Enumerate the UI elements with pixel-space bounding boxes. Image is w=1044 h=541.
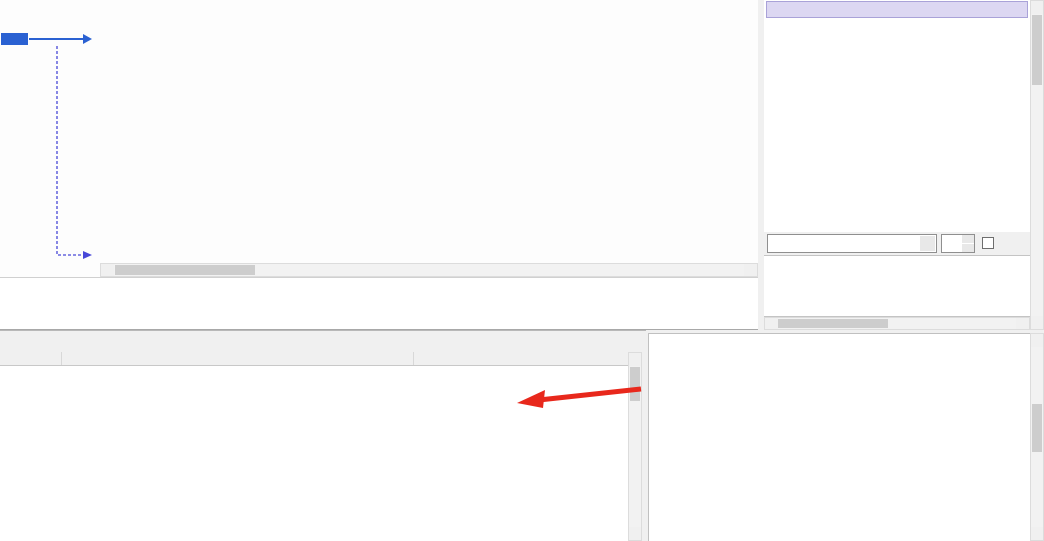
arguments-pane [764, 232, 1030, 330]
scroll-down-icon[interactable] [1031, 316, 1043, 329]
scroll-up-icon[interactable] [629, 353, 641, 366]
scroll-right-icon[interactable] [744, 264, 757, 276]
registers-scrollbar[interactable] [1030, 0, 1044, 330]
scroll-up-icon[interactable] [1031, 1, 1043, 14]
chevron-down-icon[interactable] [920, 236, 935, 251]
info-pane [0, 277, 758, 330]
dump-header [0, 352, 628, 366]
hide-fpu-button[interactable] [766, 1, 1028, 18]
registers-pane [764, 0, 1030, 232]
calling-convention-select[interactable] [767, 234, 937, 253]
dump-header-address [0, 352, 62, 365]
scroll-thumb[interactable] [115, 265, 255, 275]
scroll-down-icon[interactable] [1031, 527, 1043, 540]
arguments-list [764, 255, 1030, 317]
eip-marker [1, 33, 28, 45]
spinner-down-icon[interactable] [962, 244, 974, 252]
scroll-thumb[interactable] [1032, 15, 1042, 85]
stack-scrollbar[interactable] [1030, 333, 1044, 541]
unlock-checkbox[interactable] [982, 237, 994, 249]
scroll-thumb[interactable] [630, 367, 640, 401]
memory-dump-pane [0, 352, 628, 541]
register-rows [764, 20, 1030, 232]
scroll-left-icon[interactable] [101, 264, 114, 276]
debugger-window [0, 0, 1044, 541]
dump-header-hex [62, 352, 414, 365]
scroll-left-icon[interactable] [765, 318, 778, 329]
stack-pane [648, 333, 1030, 541]
disassembly-pane [0, 0, 758, 277]
dump-header-ascii [414, 352, 422, 365]
scroll-thumb[interactable] [778, 319, 888, 328]
dump-tab-bar [0, 330, 646, 352]
arguments-hscrollbar[interactable] [764, 317, 1030, 330]
dump-scrollbar[interactable] [628, 352, 642, 541]
scroll-down-icon[interactable] [629, 527, 641, 540]
scroll-right-icon[interactable] [1016, 318, 1029, 329]
disassembly-rows [0, 1, 758, 263]
arg-count-spinner[interactable] [941, 234, 975, 253]
disassembly-hscrollbar[interactable] [100, 263, 758, 277]
scroll-up-icon[interactable] [1031, 334, 1043, 347]
spinner-up-icon[interactable] [962, 235, 974, 243]
scroll-thumb[interactable] [1032, 404, 1042, 452]
